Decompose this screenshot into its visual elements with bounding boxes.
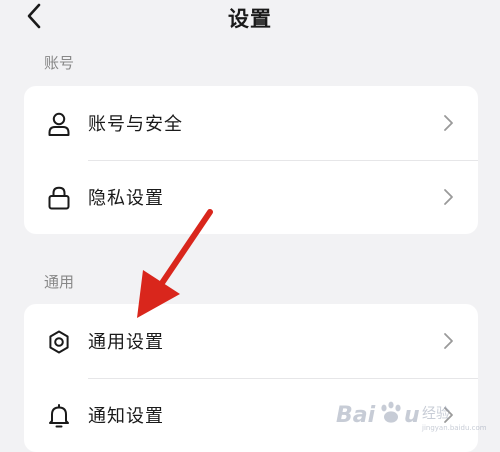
chevron-right-icon [444,189,453,205]
account-card: 账号与安全 隐私设置 [24,86,478,234]
svg-text:Bai: Bai [336,403,376,428]
section-title-account: 账号 [44,54,75,72]
row-label: 通用设置 [88,332,164,353]
chevron-right-icon [444,115,453,131]
bell-icon [49,404,69,428]
page-title: 设置 [228,7,272,31]
svg-text:jingyan.baidu.com: jingyan.baidu.com [421,424,486,432]
row-label: 账号与安全 [88,114,183,135]
user-icon [48,112,70,136]
section-title-general: 通用 [44,273,75,291]
svg-text:经验: 经验 [422,406,450,422]
chevron-right-icon [444,333,453,349]
row-privacy-settings[interactable]: 隐私设置 [24,160,478,234]
gear-icon [49,330,69,354]
row-label: 隐私设置 [88,188,164,209]
lock-icon [48,186,70,210]
svg-text:u: u [404,403,420,428]
top-bar: 设置 [0,0,500,34]
row-account-security[interactable]: 账号与安全 [24,86,478,160]
row-general-settings[interactable]: 通用设置 [24,304,478,378]
row-label: 通知设置 [88,406,164,427]
baidu-watermark-logo: Bai u 经验 jingyan.baidu.com [336,401,486,432]
